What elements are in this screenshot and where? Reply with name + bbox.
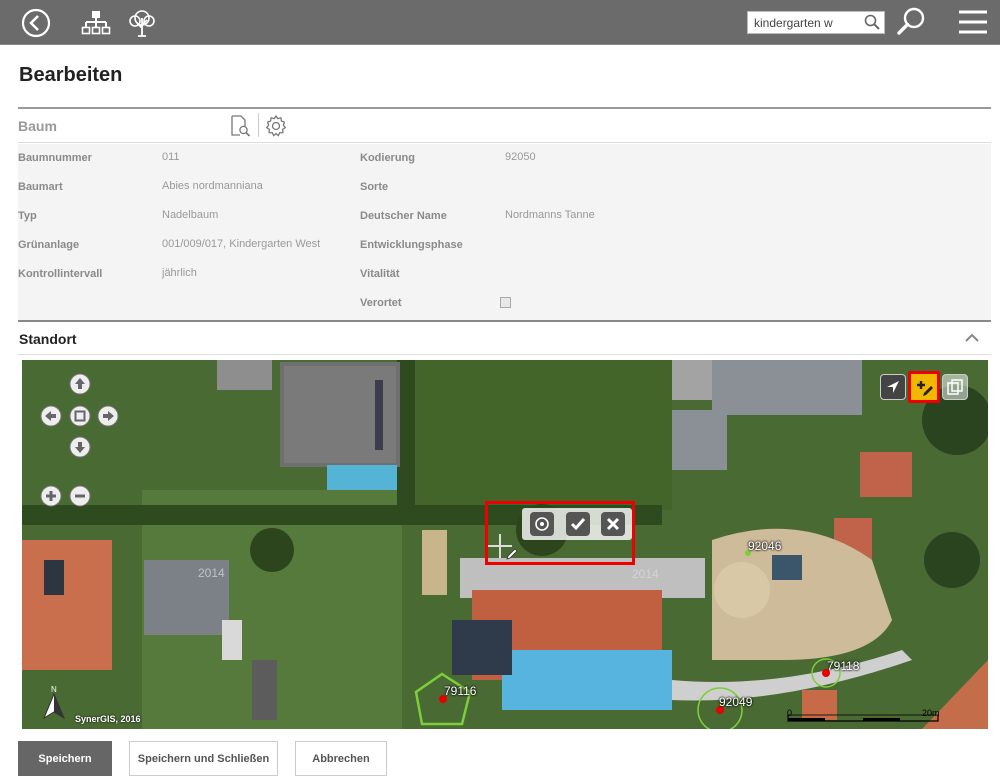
document-search-icon[interactable] [229,115,251,142]
hierarchy-icon[interactable] [80,7,112,39]
field-label: Kodierung [360,152,415,164]
field-label: Vitalität [360,268,400,280]
search-box [747,11,885,34]
search-icon[interactable] [864,14,880,35]
pan-left-icon[interactable] [40,405,62,427]
field-label: Verortet [360,297,402,309]
field-label: Deutscher Name [360,210,447,222]
gear-icon[interactable] [264,114,288,143]
field-label: Baumart [18,181,63,193]
back-icon[interactable] [20,7,52,39]
tree-marker-label: 92046 [748,539,782,553]
tree-marker-label: 79116 [444,684,477,698]
tree-icon[interactable] [126,7,158,39]
pan-up-icon[interactable] [69,373,91,395]
attribute-panel: Baumnummer 011 Baumart Abies nordmannian… [18,144,991,320]
field-label: Entwicklungsphase [360,239,463,251]
tree-marker-label: 79118 [827,659,860,673]
field-value: Nordmanns Tanne [505,209,595,221]
crosshair-cursor-icon [488,534,518,567]
svg-text:N: N [51,685,57,694]
field-value: Abies nordmanniana [162,180,263,192]
locate-arrow-icon[interactable] [880,374,906,400]
cancel-button[interactable]: Abbrechen [295,741,387,776]
field-label: Kontrollintervall [18,268,103,280]
top-bar [0,0,1000,45]
pan-right-icon[interactable] [97,405,119,427]
divider [258,113,259,137]
field-value: jährlich [162,267,197,279]
menu-icon[interactable] [955,6,991,38]
baum-section-title: Baum [18,118,57,134]
advanced-search-icon[interactable] [896,6,928,38]
zoom-out-icon[interactable] [69,485,91,507]
divider [18,320,991,322]
target-icon[interactable] [530,512,554,536]
house-number-label: 2014 [632,567,659,581]
field-label: Grünanlage [18,239,80,251]
zoom-in-icon[interactable] [40,485,62,507]
search-input[interactable] [748,12,858,33]
north-arrow-icon: N [40,684,68,727]
tree-marker-label: 92049 [719,695,753,709]
map-copyright: SynerGIS, 2016 [75,714,141,724]
field-label: Sorte [360,181,389,193]
scale-end-label: 20m [922,708,940,718]
save-button[interactable]: Speichern [18,741,112,776]
save-and-close-button[interactable]: Speichern und Schließen [129,741,278,776]
standort-section-title: Standort [19,331,77,347]
verortet-checkbox[interactable] [500,297,511,308]
field-value: Nadelbaum [162,209,219,221]
map-view[interactable]: 2014 2014 92046 79118 79116 92049 N Syne… [22,360,988,729]
cancel-x-icon[interactable] [601,512,625,536]
field-value: 011 [162,151,180,163]
layers-icon[interactable] [942,374,968,400]
field-value: 92050 [505,151,536,163]
field-value: 001/009/017, Kindergarten West [162,238,321,250]
edit-location-tool-icon[interactable] [908,371,940,403]
divider [18,354,991,355]
full-extent-icon[interactable] [69,405,91,427]
pan-down-icon[interactable] [69,436,91,458]
confirm-check-icon[interactable] [566,512,590,536]
field-label: Baumnummer [18,152,92,164]
page-title: Bearbeiten [19,64,123,86]
chevron-up-icon[interactable] [964,331,980,350]
field-label: Typ [18,210,37,222]
baum-section-header: Baum [18,109,991,143]
edit-toolbar [522,508,632,540]
scale-start-label: 0 [787,708,793,718]
house-number-label: 2014 [198,566,225,580]
